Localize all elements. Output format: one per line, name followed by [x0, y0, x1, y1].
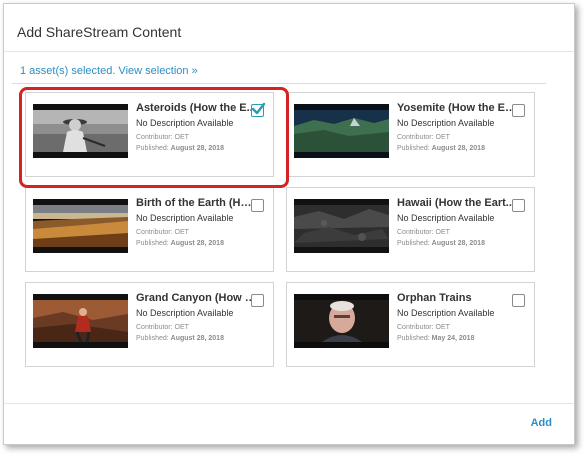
add-sharestream-dialog: Add ShareStream Content 1 asset(s) selec…	[3, 3, 575, 445]
asset-title: Grand Canyon (How t...	[136, 292, 256, 304]
asset-description: No Description Available	[397, 308, 495, 318]
asset-contributor: Contributor: OET	[397, 134, 450, 141]
asset-description: No Description Available	[136, 308, 234, 318]
asset-description: No Description Available	[397, 118, 495, 128]
select-checkbox[interactable]	[251, 294, 264, 307]
video-thumbnail	[294, 104, 389, 158]
divider	[4, 403, 574, 404]
add-button[interactable]: Add	[531, 417, 552, 429]
video-thumbnail	[294, 294, 389, 348]
video-thumbnail	[33, 294, 128, 348]
asset-title: Yosemite (How the Ea...	[397, 102, 517, 114]
divider	[12, 83, 546, 84]
asset-title: Birth of the Earth (Ho...	[136, 197, 256, 209]
asset-published: Published: August 28, 2018	[397, 145, 485, 152]
asset-contributor: Contributor: OET	[136, 229, 189, 236]
select-checkbox[interactable]	[512, 199, 525, 212]
select-checkbox[interactable]	[512, 104, 525, 117]
asset-card-orphan-trains[interactable]: Orphan Trains No Description Available C…	[286, 282, 535, 367]
asset-contributor: Contributor: OET	[136, 324, 189, 331]
asset-published: Published: May 24, 2018	[397, 335, 475, 342]
asset-title: Hawaii (How the Eart...	[397, 197, 515, 209]
asset-published: Published: August 28, 2018	[136, 335, 224, 342]
selection-highlight-annotation	[19, 87, 289, 188]
asset-contributor: Contributor: OET	[397, 324, 450, 331]
asset-published: Published: August 28, 2018	[397, 240, 485, 247]
asset-published: Published: August 28, 2018	[136, 240, 224, 247]
asset-description: No Description Available	[136, 213, 234, 223]
divider	[4, 51, 574, 52]
asset-title: Orphan Trains	[397, 292, 472, 304]
view-selection-link[interactable]: 1 asset(s) selected. View selection »	[20, 65, 198, 77]
asset-card-birth-of-the-earth[interactable]: Birth of the Earth (Ho... No Description…	[25, 187, 274, 272]
asset-card-grand-canyon[interactable]: Grand Canyon (How t... No Description Av…	[25, 282, 274, 367]
dialog-title: Add ShareStream Content	[17, 24, 182, 40]
asset-contributor: Contributor: OET	[397, 229, 450, 236]
asset-card-hawaii[interactable]: Hawaii (How the Eart... No Description A…	[286, 187, 535, 272]
asset-card-yosemite[interactable]: Yosemite (How the Ea... No Description A…	[286, 92, 535, 177]
select-checkbox[interactable]	[251, 199, 264, 212]
video-thumbnail	[33, 199, 128, 253]
video-thumbnail	[294, 199, 389, 253]
select-checkbox[interactable]	[512, 294, 525, 307]
asset-description: No Description Available	[397, 213, 495, 223]
